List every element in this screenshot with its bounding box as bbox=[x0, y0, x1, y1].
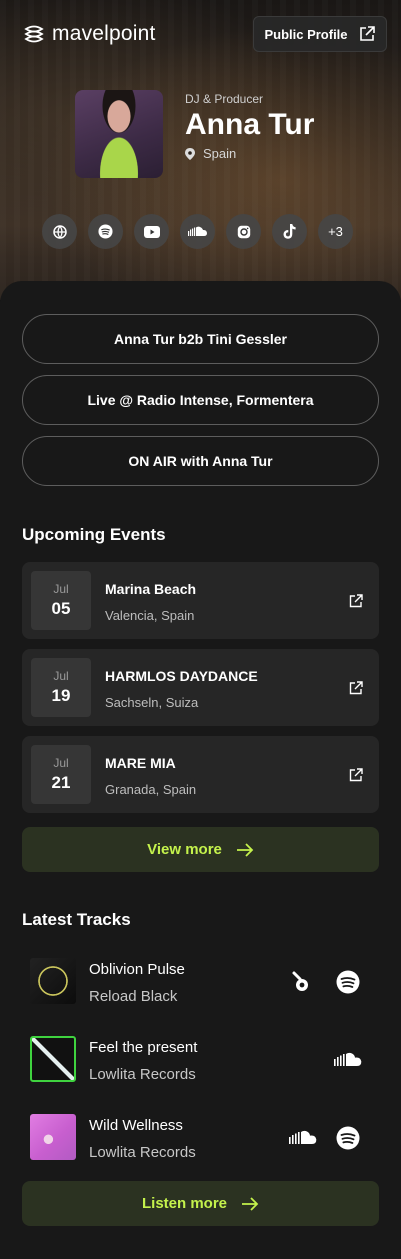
event-card[interactable]: Jul 19 HARMLOS DAYDANCE Sachseln, Suiza bbox=[22, 649, 379, 726]
event-month: Jul bbox=[53, 756, 69, 770]
more-socials-button[interactable]: +3 bbox=[318, 214, 353, 249]
spotify-icon[interactable] bbox=[335, 969, 361, 995]
event-title: HARMLOS DAYDANCE bbox=[105, 668, 258, 684]
track-row[interactable]: Wild Wellness Lowlita Records bbox=[30, 1114, 370, 1162]
tiktok-button[interactable] bbox=[272, 214, 307, 249]
arrow-right-icon bbox=[242, 1196, 259, 1211]
public-profile-button[interactable]: Public Profile bbox=[253, 16, 387, 52]
track-cover bbox=[30, 1114, 76, 1160]
event-location: Sachseln, Suiza bbox=[105, 695, 199, 710]
event-date: Jul 21 bbox=[31, 745, 91, 804]
location-pin-icon bbox=[185, 147, 195, 160]
view-more-label: View more bbox=[147, 841, 222, 858]
spotify-button[interactable] bbox=[88, 214, 123, 249]
event-month: Jul bbox=[53, 669, 69, 683]
track-cover bbox=[30, 1036, 76, 1082]
track-label: Lowlita Records bbox=[89, 1066, 196, 1083]
track-title: Feel the present bbox=[89, 1039, 198, 1056]
website-button[interactable] bbox=[42, 214, 77, 249]
spotify-icon bbox=[98, 224, 113, 239]
track-title: Oblivion Pulse bbox=[89, 961, 185, 978]
arrow-right-icon bbox=[236, 842, 254, 857]
soundcloud-button[interactable] bbox=[180, 214, 215, 249]
brand-logo[interactable]: mavelpoint bbox=[22, 22, 156, 46]
event-date: Jul 19 bbox=[31, 658, 91, 717]
event-day: 21 bbox=[51, 773, 71, 792]
track-label: Lowlita Records bbox=[89, 1144, 196, 1161]
event-card[interactable]: Jul 05 Marina Beach Valencia, Spain bbox=[22, 562, 379, 639]
instagram-icon bbox=[237, 225, 250, 238]
external-link-icon[interactable] bbox=[348, 680, 364, 696]
artist-avatar bbox=[75, 90, 163, 178]
listen-more-label: Listen more bbox=[141, 1195, 228, 1212]
soundcloud-icon[interactable] bbox=[288, 1125, 318, 1151]
link-button-3[interactable]: ON AIR with Anna Tur bbox=[22, 436, 379, 486]
artist-location: Spain bbox=[185, 146, 314, 161]
event-title: MARE MIA bbox=[105, 755, 176, 771]
event-location: Valencia, Spain bbox=[105, 608, 195, 623]
view-more-button[interactable]: View more bbox=[22, 827, 379, 872]
event-card[interactable]: Jul 21 MARE MIA Granada, Spain bbox=[22, 736, 379, 813]
brand-name: mavelpoint bbox=[52, 22, 156, 45]
event-month: Jul bbox=[53, 582, 69, 596]
event-day: 19 bbox=[51, 686, 71, 705]
location-label: Spain bbox=[203, 146, 237, 161]
event-title: Marina Beach bbox=[105, 581, 197, 597]
youtube-icon bbox=[143, 225, 160, 238]
youtube-button[interactable] bbox=[134, 214, 169, 249]
upcoming-events-title: Upcoming Events bbox=[22, 525, 166, 544]
listen-more-button[interactable]: Listen more bbox=[22, 1181, 379, 1226]
event-location: Granada, Spain bbox=[105, 782, 197, 797]
latest-tracks-title: Latest Tracks bbox=[22, 910, 131, 929]
soundcloud-icon[interactable] bbox=[333, 1047, 363, 1073]
brand-mark-icon bbox=[24, 25, 44, 43]
track-cover bbox=[30, 958, 76, 1004]
instagram-button[interactable] bbox=[226, 214, 261, 249]
event-date: Jul 05 bbox=[31, 571, 91, 630]
artist-name: Anna Tur bbox=[185, 108, 315, 141]
external-link-icon[interactable] bbox=[348, 767, 364, 783]
track-label: Reload Black bbox=[89, 988, 178, 1005]
artist-role: DJ & Producer bbox=[185, 92, 264, 106]
social-links: +3 bbox=[42, 214, 353, 249]
beatport-icon[interactable] bbox=[288, 969, 314, 995]
track-row[interactable]: Feel the present Lowlita Records bbox=[30, 1036, 370, 1084]
link-button-2[interactable]: Live @ Radio Intense, Formentera bbox=[22, 375, 379, 425]
external-link-icon[interactable] bbox=[348, 593, 364, 609]
track-row[interactable]: Oblivion Pulse Reload Black bbox=[30, 958, 370, 1006]
globe-icon bbox=[52, 224, 67, 239]
track-title: Wild Wellness bbox=[89, 1117, 183, 1134]
event-day: 05 bbox=[51, 599, 71, 618]
link-button-1[interactable]: Anna Tur b2b Tini Gessler bbox=[22, 314, 379, 364]
public-profile-label: Public Profile bbox=[264, 26, 348, 42]
external-link-icon bbox=[359, 26, 375, 41]
profile-info: DJ & Producer Anna Tur Spain bbox=[185, 92, 314, 161]
tiktok-icon bbox=[283, 224, 296, 239]
content-panel: Anna Tur b2b Tini Gessler Live @ Radio I… bbox=[0, 281, 401, 1259]
spotify-icon[interactable] bbox=[335, 1125, 361, 1151]
soundcloud-icon bbox=[187, 226, 207, 236]
